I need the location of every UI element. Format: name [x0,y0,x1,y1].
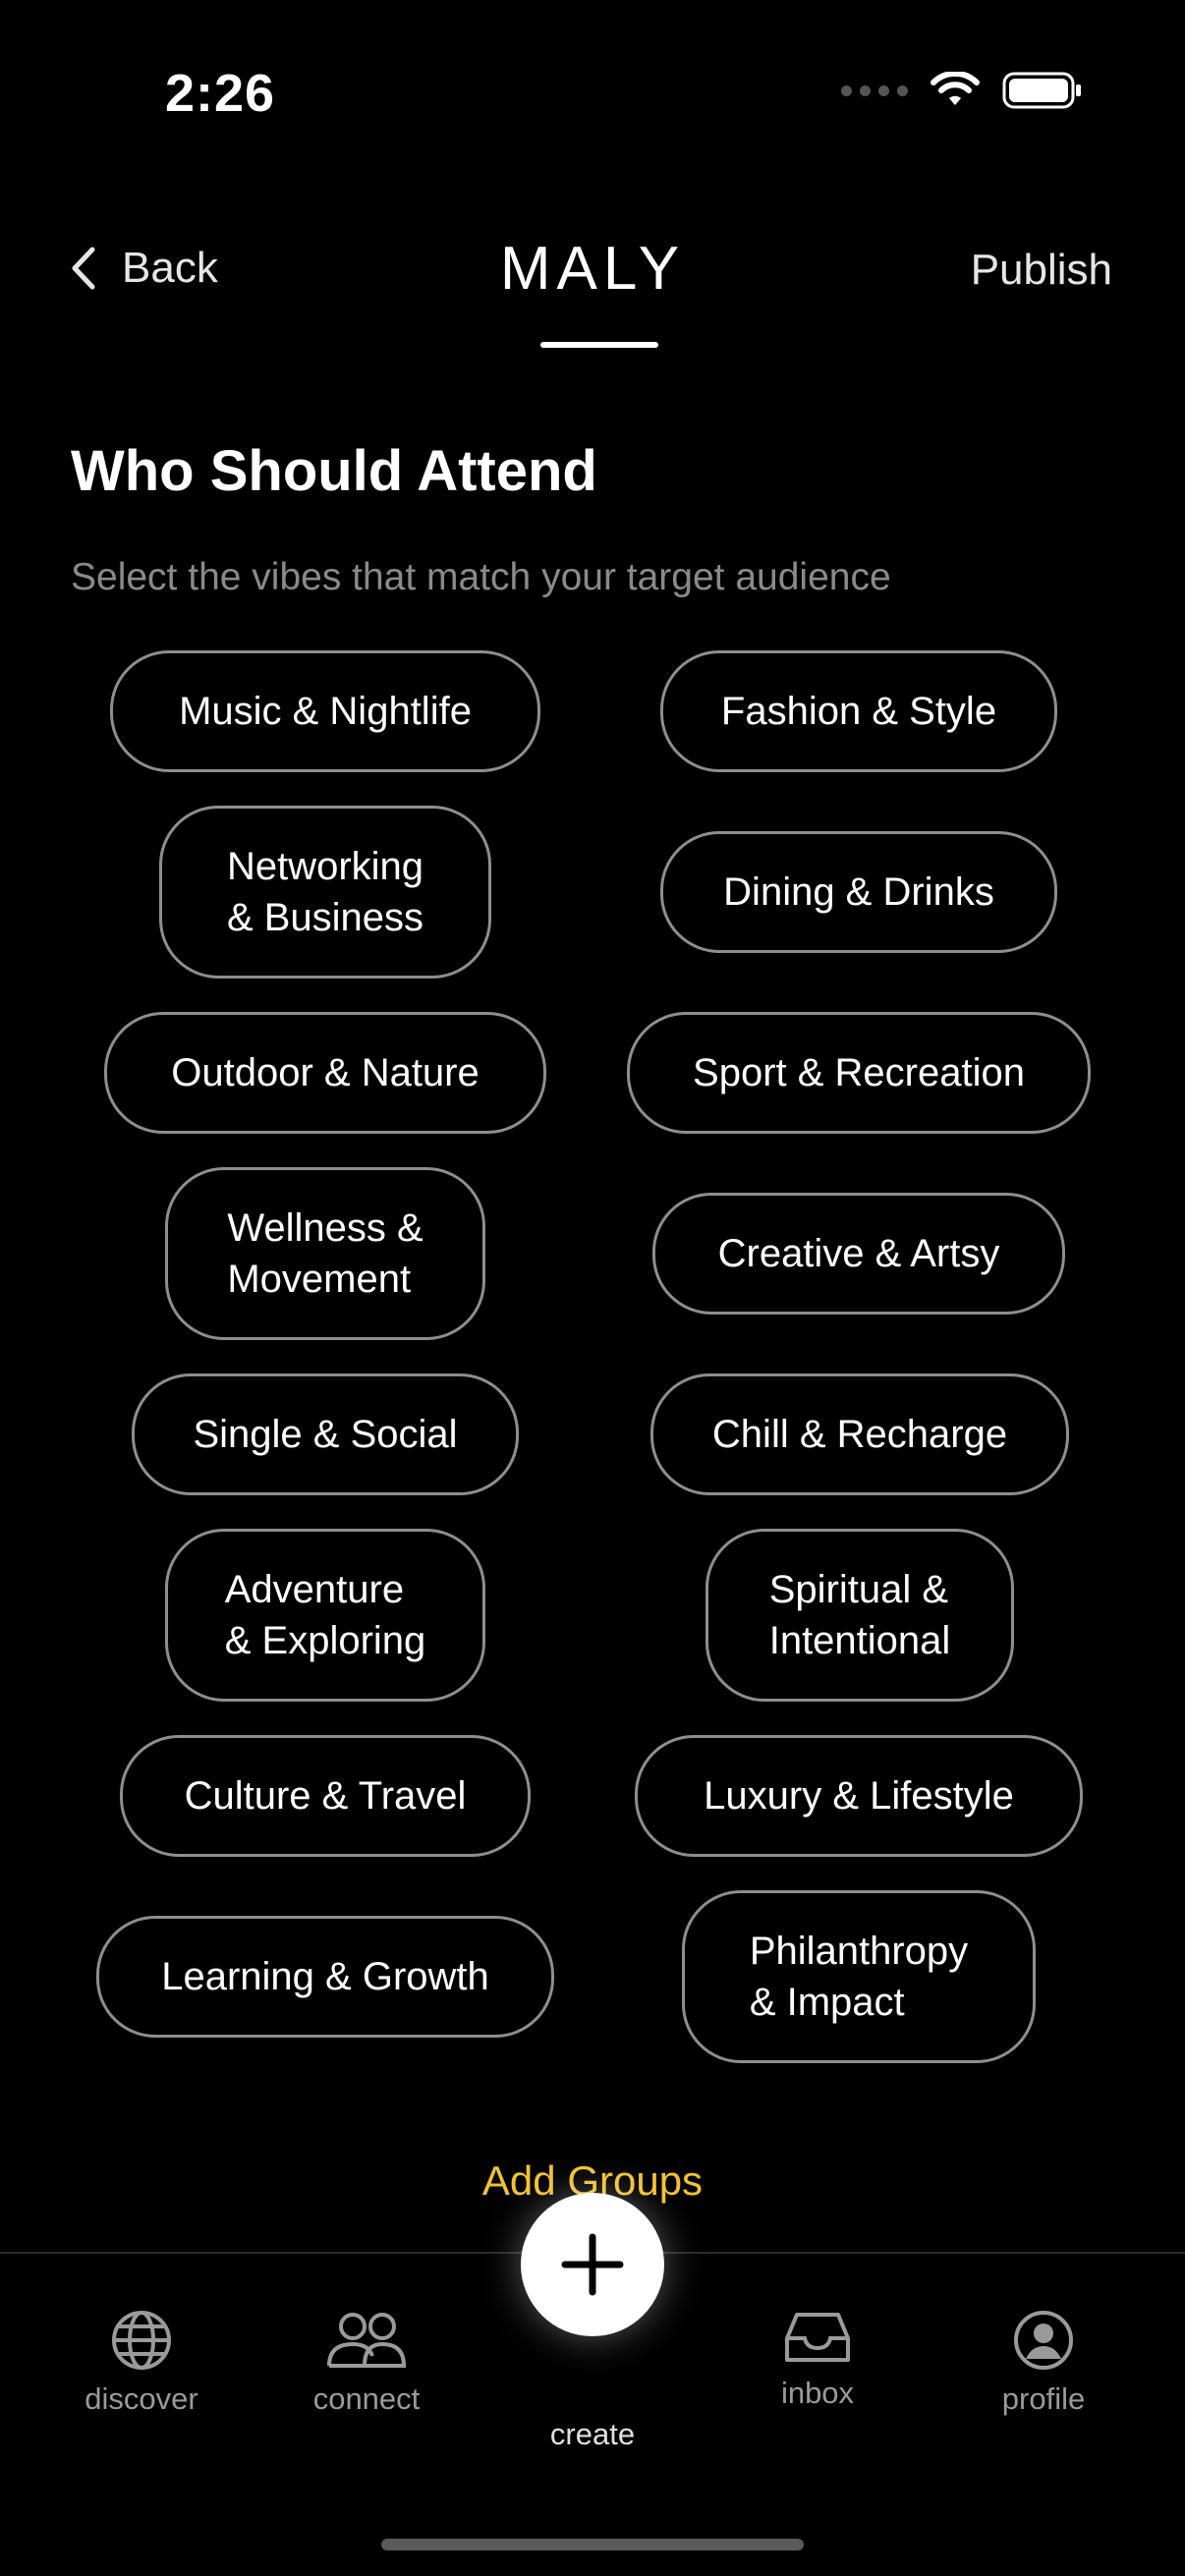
tab-discover[interactable]: discover [79,2309,204,2417]
battery-icon [1002,72,1081,109]
inbox-icon [785,2313,850,2362]
vibe-pill-music-nightlife[interactable]: Music & Nightlife [110,650,540,772]
vibe-pill-fashion-style[interactable]: Fashion & Style [660,650,1057,772]
status-time: 2:26 [165,64,276,123]
tab-inbox[interactable]: inbox [757,2309,878,2411]
tab-profile[interactable]: profile [983,2309,1104,2417]
tab-label: inbox [780,2376,855,2410]
vibe-pill-chill-recharge[interactable]: Chill & Recharge [650,1373,1069,1495]
people-icon [327,2313,407,2368]
vibe-pill-networking-business[interactable]: Networking & Business [159,806,491,979]
vibe-label: Sport & Recreation [693,1051,1025,1094]
plus-icon [561,2233,624,2296]
vibe-pill-dining-drinks[interactable]: Dining & Drinks [660,831,1057,953]
vibe-pill-outdoor-nature[interactable]: Outdoor & Nature [104,1012,546,1134]
vibe-label: Music & Nightlife [179,690,472,733]
section-heading: Who Should Attend [71,439,597,503]
vibe-label: Adventure & Exploring [224,1568,426,1662]
vibe-label: Networking & Business [226,845,424,939]
vibe-label: Fashion & Style [720,690,997,733]
tab-connect[interactable]: connect [303,2309,430,2417]
tab-create-label[interactable]: create [0,2417,1185,2452]
vibe-label: Spiritual & Intentional [768,1568,951,1662]
vibe-pill-adventure-exploring[interactable]: Adventure & Exploring [165,1529,485,1702]
vibe-pill-creative-artsy[interactable]: Creative & Artsy [652,1193,1065,1315]
vibe-pill-spiritual-intentional[interactable]: Spiritual & Intentional [705,1529,1014,1702]
globe-icon [112,2311,171,2370]
vibe-pill-single-social[interactable]: Single & Social [132,1373,519,1495]
vibe-label: Single & Social [193,1413,458,1456]
vibe-label: Dining & Drinks [723,870,994,914]
vibe-pill-philanthropy-impact[interactable]: Philanthropy & Impact [682,1890,1036,2063]
vibe-label: Learning & Growth [161,1955,489,1998]
publish-button[interactable]: Publish [971,246,1112,295]
home-indicator [381,2539,804,2550]
vibe-label: Outdoor & Nature [171,1051,480,1094]
wifi-icon [931,72,980,105]
vibe-pill-sport-recreation[interactable]: Sport & Recreation [627,1012,1091,1134]
status-icons [841,71,1083,110]
vibe-pill-wellness-movement[interactable]: Wellness & Movement [165,1167,485,1340]
section-subtitle: Select the vibes that match your target … [71,556,891,598]
vibe-pill-luxury-lifestyle[interactable]: Luxury & Lifestyle [635,1735,1083,1857]
profile-icon [1014,2311,1073,2370]
create-button[interactable] [521,2193,664,2336]
tab-label: profile [1001,2381,1086,2416]
vibe-label: Wellness & Movement [227,1206,423,1301]
vibe-label: Creative & Artsy [717,1232,1000,1275]
vibe-label: Chill & Recharge [711,1413,1008,1456]
tab-label: connect [312,2381,421,2416]
vibe-pill-culture-travel[interactable]: Culture & Travel [120,1735,531,1857]
tab-label: discover [85,2381,198,2416]
title-underline [540,342,658,348]
vibe-pill-learning-growth[interactable]: Learning & Growth [96,1916,554,2038]
vibe-label: Philanthropy & Impact [749,1930,969,2024]
vibe-label: Culture & Travel [184,1774,467,1818]
signal-icon [841,84,908,96]
vibe-label: Luxury & Lifestyle [704,1774,1014,1818]
